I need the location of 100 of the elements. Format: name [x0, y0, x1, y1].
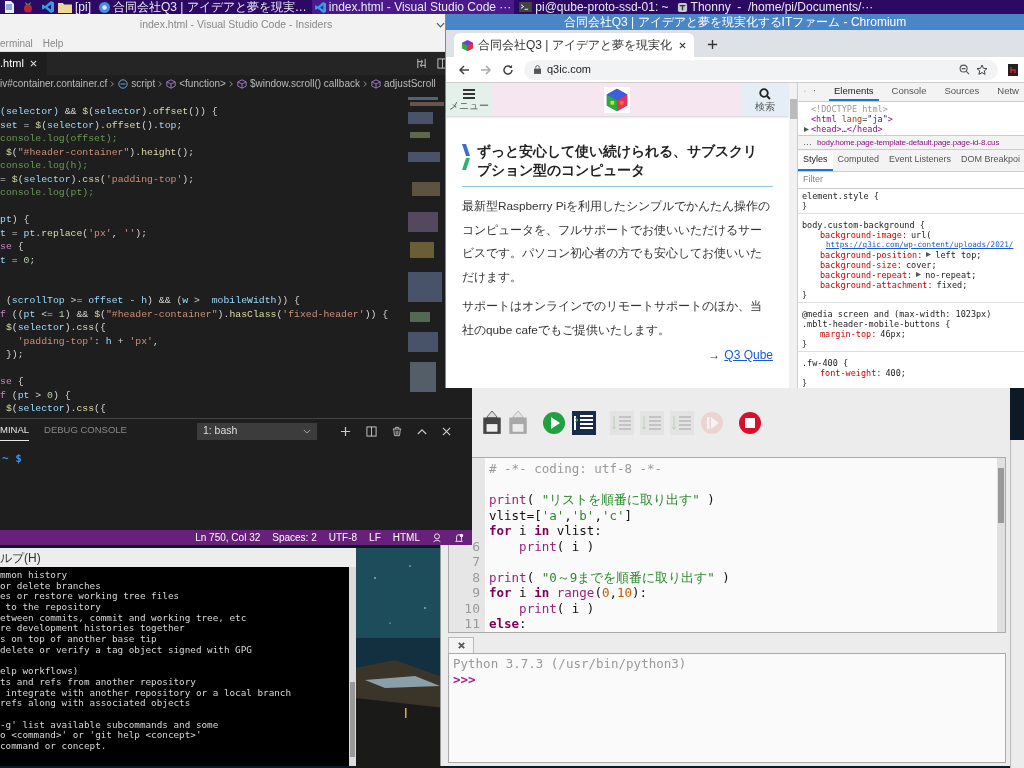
raspberry-icon[interactable]: [23, 1, 33, 13]
line-number: 8: [472, 569, 480, 585]
code-line: se {: [0, 375, 24, 389]
arrow-text: →: [708, 347, 721, 364]
save-button[interactable]: [481, 410, 503, 436]
styles-tab[interactable]: Event Listeners: [884, 150, 957, 171]
compare-icon[interactable]: [416, 58, 427, 69]
extension-icon[interactable]: [1008, 63, 1018, 76]
panel-tab[interactable]: DEBUG CONSOLE: [44, 421, 127, 441]
expand-icon[interactable]: [804, 126, 809, 132]
back-icon[interactable]: [458, 63, 470, 76]
code-line: pt) {: [0, 213, 30, 227]
chevron-down-icon[interactable]: [436, 22, 445, 28]
cube-icon: [462, 39, 473, 51]
lock-icon: [534, 65, 541, 74]
prompt-text: ~ $: [1, 451, 22, 467]
code-line: f (pt > 0) {: [0, 388, 71, 402]
chevron-up-icon[interactable]: [416, 427, 427, 435]
status-item[interactable]: Ln 750, Col 32: [195, 530, 261, 545]
browser-tab[interactable]: 合同会社Q3 | アイデアと夢を現実化: [454, 33, 694, 57]
scrollbar[interactable]: [997, 458, 1005, 632]
breadcrumb-item[interactable]: script: [118, 76, 156, 91]
status-item[interactable]: UTF-8: [328, 530, 358, 545]
styles-tab[interactable]: Computed: [832, 150, 885, 171]
star-icon[interactable]: [976, 63, 988, 76]
line-number: 9: [472, 585, 480, 600]
chevron-icon: [462, 144, 470, 170]
document-icon[interactable]: [4, 1, 14, 13]
devtools-tab[interactable]: Console: [886, 83, 932, 102]
code-line: print( "0～9までを順番に取り出す" ): [489, 569, 731, 585]
split-icon[interactable]: [365, 425, 377, 437]
plus-icon[interactable]: [339, 425, 351, 437]
taskbar-button[interactable]: [pi]: [55, 0, 94, 14]
taskbar-button[interactable]: index.html - Visual Studio Code ···: [311, 0, 515, 14]
status-item[interactable]: LF: [369, 530, 381, 545]
devtools-tab[interactable]: Netw: [992, 83, 1024, 102]
terminal-select[interactable]: 1: bash: [196, 422, 317, 440]
close-icon[interactable]: [456, 641, 466, 650]
code-line: set = $(selector).offset().top;: [0, 118, 183, 132]
menu-icon: [463, 88, 475, 99]
breadcrumb-item[interactable]: <function>: [166, 76, 226, 91]
devtools-tab[interactable]: Elements: [829, 83, 879, 102]
code-icon: [314, 1, 326, 13]
reload-icon[interactable]: [502, 63, 514, 76]
terminal-line: -g' list available subcommands and some: [0, 718, 219, 730]
css-property: background-image:: [820, 230, 907, 240]
editor-tab[interactable]: .html: [0, 52, 47, 75]
close-icon[interactable]: [679, 41, 686, 49]
scrollbar[interactable]: [789, 83, 798, 388]
breadcrumb-item[interactable]: iv#container.container.cf: [0, 76, 108, 91]
debug-button[interactable]: [571, 410, 597, 436]
filter-field[interactable]: Filter: [803, 173, 1003, 187]
styles-tab[interactable]: Styles: [798, 150, 833, 171]
styles-tab[interactable]: DOM Breakpoi: [956, 150, 1024, 171]
cube-icon: [236, 78, 247, 89]
terminal-line: s on top of another base tip: [0, 633, 157, 645]
search-button[interactable]: 検索: [741, 83, 789, 116]
chevron-down-icon: [302, 428, 311, 434]
code-line: # -*- coding: utf-8 -*-: [489, 461, 664, 477]
breadcrumb-item[interactable]: body.home.page-template-default.page.page-id-8.cus: [817, 136, 1000, 149]
breadcrumb-item[interactable]: adjustScroll: [370, 76, 436, 91]
more-text: …: [803, 136, 812, 149]
scrollbar[interactable]: [349, 567, 356, 766]
status-item[interactable]: HTML: [392, 530, 420, 545]
zoom-icon[interactable]: [959, 64, 970, 75]
code-line: se {: [0, 240, 24, 254]
code-line: print( i ): [518, 538, 596, 554]
feedback-icon[interactable]: [432, 532, 442, 543]
code-icon[interactable]: [42, 1, 54, 13]
line-number: 6: [472, 538, 480, 554]
link[interactable]: Q3 Qube: [724, 346, 773, 364]
terminal-line: refs along with associated objects: [0, 697, 191, 709]
panel-tab[interactable]: MINAL: [0, 421, 30, 441]
terminal-line: re development histories together: [0, 622, 185, 634]
chevron-right-icon: [228, 79, 234, 88]
code-line: $(selector).css({: [4, 402, 106, 416]
terminal-line: etween commits, commit and working tree, etc: [0, 611, 247, 623]
devtools-tab[interactable]: Sources: [939, 83, 985, 102]
new-tab-icon[interactable]: [707, 39, 718, 50]
breadcrumb-item[interactable]: $window.scroll() callback: [236, 76, 360, 91]
terminal-line: ts and refs from another repository: [0, 675, 196, 687]
expand-icon[interactable]: [926, 252, 932, 258]
chevron-right-icon: [362, 79, 368, 88]
trash-icon[interactable]: [391, 425, 402, 437]
terminal-icon: [519, 2, 533, 12]
code-line: f ((pt <= 1) && $("#header-container").hasClass('fixed-header')) {: [0, 307, 389, 321]
bell-icon[interactable]: [454, 532, 464, 543]
menu-item[interactable]: ルプ(H): [0, 548, 41, 567]
menu-button[interactable]: メニュー: [446, 83, 492, 116]
media-query: @media screen and (max-width: 1023px): [802, 309, 992, 319]
css-property: font-weight:: [820, 368, 882, 378]
code-line: (scrollTop >= offset - h) && (w > mobileWidth)) {: [4, 294, 300, 308]
status-item[interactable]: Spaces: 2: [272, 530, 317, 545]
address-bar[interactable]: q3ic.com: [524, 59, 998, 80]
stop-button[interactable]: [737, 410, 763, 436]
code-line: console.log(h);: [0, 159, 89, 173]
dom-node[interactable]: <head>…</head>: [811, 124, 883, 135]
cube-logo[interactable]: [603, 85, 630, 114]
expand-icon[interactable]: [916, 272, 922, 278]
dom-node[interactable]: <html lang="ja">: [804, 114, 893, 125]
